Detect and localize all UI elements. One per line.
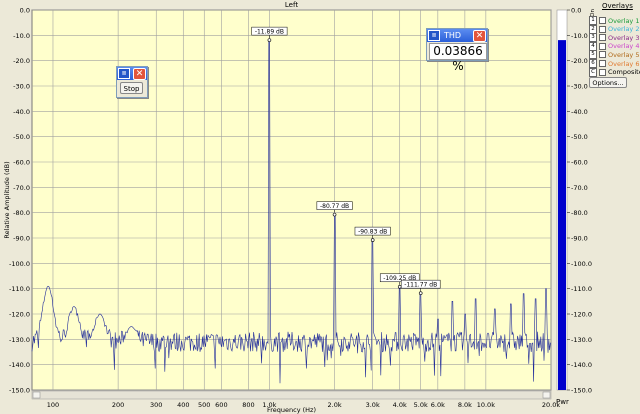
stop-window[interactable]: ≣ ✕ Stop	[116, 66, 148, 98]
stop-button[interactable]: Stop	[120, 82, 143, 94]
power-tick-label: -150.0	[571, 387, 592, 395]
options-button[interactable]: Options...	[589, 77, 627, 88]
x-tick-label: 2.0k	[328, 401, 342, 409]
window-icon: ≣	[118, 68, 130, 79]
power-bar-fill	[558, 40, 566, 390]
peak-marker	[332, 212, 337, 217]
power-tick-label: -10.0	[571, 32, 588, 40]
power-tick-label: -80.0	[571, 209, 588, 217]
close-icon[interactable]: ✕	[133, 67, 146, 80]
x-tick-label: 6.0k	[431, 401, 445, 409]
chart-title: Left	[285, 1, 298, 9]
y-tick-label: -20.0	[13, 57, 30, 65]
x-tick-label: 800	[242, 401, 254, 409]
power-label: Pwr	[556, 398, 569, 406]
peak-marker	[370, 238, 375, 242]
power-tick-label: -20.0	[571, 57, 588, 65]
power-tick-label: -140.0	[571, 361, 592, 369]
power-tick-label: 0.0	[571, 7, 581, 15]
peak-marker	[418, 291, 423, 295]
overlay-label: Composite	[608, 68, 640, 77]
overlay-checkbox[interactable]	[599, 60, 606, 67]
x-tick-label: 8.0k	[458, 401, 472, 409]
y-tick-label: 0.0	[20, 7, 30, 15]
x-tick-label: 400	[177, 401, 189, 409]
thd-value: 0.03866 %	[429, 43, 487, 73]
y-tick-label: -130.0	[9, 336, 30, 344]
scroll-right-button[interactable]	[542, 391, 551, 399]
x-tick-label: 5.0k	[414, 401, 428, 409]
peak-label: -80.77 dB	[320, 203, 349, 210]
power-tick-label: -130.0	[571, 336, 592, 344]
peak-label: -90.83 dB	[358, 229, 387, 236]
x-tick-label: 500	[198, 401, 210, 409]
overlay-label: Overlay 3	[608, 33, 640, 42]
x-tick-label: 200	[112, 401, 124, 409]
thd-window-titlebar[interactable]: ≣ THD ✕	[427, 29, 487, 42]
power-tick-label: -30.0	[571, 83, 588, 91]
y-tick-label: -120.0	[9, 311, 30, 319]
overlay-checkbox[interactable]	[599, 17, 606, 24]
overlay-checkbox[interactable]	[599, 25, 606, 33]
overlay-label: Overlay 6	[608, 59, 640, 68]
peak-marker	[267, 38, 272, 42]
close-icon[interactable]: ✕	[473, 29, 486, 42]
y-tick-label: -10.0	[13, 32, 30, 40]
peak-label: -111.77 dB	[404, 282, 437, 289]
power-tick-label: -120.0	[571, 311, 592, 319]
y-axis-label: Relative Amplitude (dB)	[3, 161, 11, 238]
x-tick-label: 600	[215, 401, 227, 409]
thd-window[interactable]: ≣ THD ✕ 0.03866 %	[426, 28, 488, 73]
y-tick-label: -60.0	[13, 159, 30, 167]
y-tick-label: -90.0	[13, 235, 30, 243]
x-tick-label: 300	[150, 401, 162, 409]
peak-marker	[397, 284, 402, 289]
x-tick-label: 10.0k	[477, 401, 495, 409]
overlay-label: Overlay 1	[608, 16, 640, 25]
window-icon: ≣	[428, 30, 440, 41]
y-tick-label: -80.0	[13, 209, 30, 217]
overlay-label: Overlay 5	[608, 50, 640, 59]
x-tick-label: 100	[47, 401, 59, 409]
peak-label: -11.89 dB	[255, 29, 284, 36]
power-tick-label: -100.0	[571, 260, 592, 268]
y-tick-label: -40.0	[13, 108, 30, 116]
thd-window-title: THD	[444, 31, 462, 40]
overlay-label: Overlay 4	[608, 42, 640, 51]
y-tick-label: -70.0	[13, 184, 30, 192]
overlay-checkbox[interactable]	[599, 68, 606, 76]
y-tick-label: -100.0	[9, 260, 30, 268]
x-axis-label: Frequency (Hz)	[267, 406, 316, 414]
power-tick-label: -110.0	[571, 285, 592, 293]
power-tick-label: -70.0	[571, 184, 588, 192]
overlay-row[interactable]: C Composite	[589, 67, 640, 77]
y-tick-label: -140.0	[9, 361, 30, 369]
overlay-number[interactable]: C	[589, 67, 597, 77]
overlays-header[interactable]: Overlays	[602, 2, 633, 10]
power-tick-label: -40.0	[571, 108, 588, 116]
overlay-label: Overlay 2	[608, 25, 640, 34]
overlays-panel: Overlays Sel On 1Overlay 12Overlay 23Ove…	[588, 0, 640, 110]
x-tick-label: 4.0k	[393, 401, 407, 409]
scroll-left-button[interactable]	[32, 391, 41, 399]
power-tick-label: -50.0	[571, 133, 588, 141]
y-tick-label: -30.0	[13, 83, 30, 91]
spectrum-chart: 0.0 -10.0 -20.0 -30.0 -40.0 -50.0 -60.0 -70.0 -8…	[3, 1, 592, 414]
power-tick-label: -90.0	[571, 235, 588, 243]
y-tick-label: -50.0	[13, 133, 30, 141]
y-tick-label: -110.0	[9, 285, 30, 293]
stop-window-titlebar[interactable]: ≣ ✕	[117, 67, 147, 80]
power-tick-label: -60.0	[571, 159, 588, 167]
horizontal-scrollbar[interactable]	[31, 390, 552, 400]
y-tick-label: -150.0	[9, 387, 30, 395]
spectrum-analyzer-window: 0.0 -10.0 -20.0 -30.0 -40.0 -50.0 -60.0 -70.0 -8…	[0, 0, 640, 414]
overlay-checkbox[interactable]	[599, 51, 606, 59]
overlay-checkbox[interactable]	[599, 34, 606, 42]
x-tick-label: 3.0k	[366, 401, 380, 409]
overlay-checkbox[interactable]	[599, 42, 606, 50]
